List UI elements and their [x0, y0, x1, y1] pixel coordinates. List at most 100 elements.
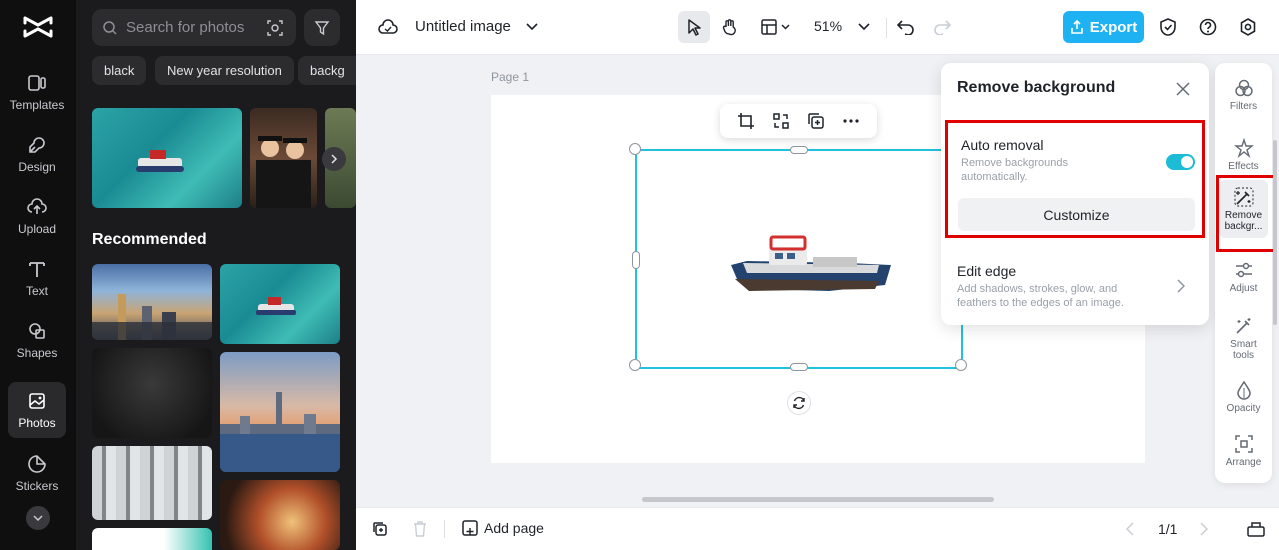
- search-input[interactable]: Search for photos: [92, 9, 296, 46]
- upload-icon: [27, 198, 47, 214]
- undo-icon: [897, 20, 914, 35]
- image-search-icon[interactable]: [266, 19, 284, 37]
- edit-edge-title[interactable]: Edit edge: [957, 263, 1016, 279]
- rail-item-stickers[interactable]: Stickers: [8, 445, 66, 501]
- resize-handle-top[interactable]: [790, 146, 808, 154]
- selected-image[interactable]: [629, 143, 967, 371]
- photo-thumb-partial-2[interactable]: [92, 528, 212, 550]
- rail-item-design[interactable]: Design: [8, 126, 66, 182]
- more-options-button[interactable]: [842, 112, 860, 130]
- rail-item-shapes[interactable]: Shapes: [8, 312, 66, 368]
- pages-panel-button[interactable]: [1240, 513, 1272, 545]
- rail-label: Photos: [18, 416, 56, 430]
- rail-item-templates[interactable]: Templates: [8, 64, 66, 120]
- photo-thumb-food[interactable]: [220, 480, 340, 550]
- rail-label: Design: [18, 160, 56, 174]
- photo-thumb-industrial[interactable]: [92, 446, 212, 520]
- resize-handle-bottom-right[interactable]: [955, 359, 967, 371]
- image-floating-toolbar: [720, 104, 877, 138]
- auto-removal-toggle[interactable]: [1166, 154, 1195, 170]
- more-icon: [843, 119, 859, 123]
- crop-button[interactable]: [737, 112, 755, 130]
- edit-edge-button[interactable]: [1177, 279, 1189, 293]
- hand-tool-button[interactable]: [714, 11, 746, 43]
- layout-menu-button[interactable]: [756, 11, 796, 43]
- export-icon: [1070, 20, 1083, 34]
- horizontal-scrollbar[interactable]: [642, 497, 994, 502]
- text-icon: [29, 262, 45, 277]
- tool-arrange[interactable]: Arrange: [1219, 423, 1268, 479]
- replace-button[interactable]: [772, 112, 790, 130]
- title-menu-button[interactable]: [516, 11, 548, 43]
- photo-thumb-skyline[interactable]: [220, 352, 340, 472]
- graduates-image: [256, 136, 311, 208]
- photos-icon: [29, 393, 45, 409]
- cloud-icon: [378, 19, 398, 34]
- tool-adjust[interactable]: Adjust: [1219, 249, 1268, 305]
- resize-handle-top-left[interactable]: [629, 143, 641, 155]
- rail-item-upload[interactable]: Upload: [8, 188, 66, 244]
- trash-icon: [414, 521, 426, 537]
- auto-removal-description: Remove backgrounds automatically.: [961, 157, 1069, 183]
- vertical-scrollbar[interactable]: [1273, 140, 1277, 325]
- settings-button[interactable]: [1232, 11, 1264, 43]
- skyline-image: [220, 392, 340, 472]
- photo-thumb-graduates[interactable]: [250, 108, 317, 208]
- undo-button[interactable]: [890, 11, 922, 43]
- photo-thumb-boat[interactable]: [92, 108, 242, 208]
- zoom-menu-button[interactable]: [848, 11, 880, 43]
- add-page-button[interactable]: Add page: [462, 520, 544, 536]
- help-button[interactable]: [1192, 11, 1224, 43]
- zoom-level[interactable]: 51%: [814, 18, 842, 34]
- resize-handle-left[interactable]: [632, 251, 640, 269]
- rail-item-text[interactable]: Text: [8, 250, 66, 306]
- shield-button[interactable]: [1152, 11, 1184, 43]
- add-page-label: Add page: [484, 520, 544, 536]
- previous-page-button[interactable]: [1114, 513, 1146, 545]
- tool-label: Smart tools: [1230, 338, 1257, 361]
- document-title[interactable]: Untitled image: [415, 18, 511, 35]
- chip-background[interactable]: backg: [298, 56, 356, 85]
- photo-thumb-city-sky[interactable]: [92, 264, 212, 340]
- add-page-icon: [462, 520, 478, 536]
- rail-label: Upload: [17, 222, 57, 236]
- duplicate-page-button[interactable]: [364, 513, 396, 545]
- rail-label: Shapes: [16, 346, 58, 360]
- cloud-save-button[interactable]: [372, 11, 404, 43]
- tool-filters[interactable]: Filters: [1219, 67, 1268, 123]
- select-tool-button[interactable]: [678, 11, 710, 43]
- resize-handle-bottom-left[interactable]: [629, 359, 641, 371]
- adjust-icon: [1235, 262, 1252, 278]
- filter-button[interactable]: [304, 9, 340, 46]
- remove-background-highlight: [1216, 175, 1277, 252]
- top-toolbar: Untitled image 51% Export: [356, 0, 1279, 55]
- rotate-handle[interactable]: [787, 391, 811, 415]
- boat-cutout-image: [731, 235, 891, 291]
- resize-handle-bottom[interactable]: [790, 363, 808, 371]
- carousel-next-button[interactable]: [322, 147, 346, 171]
- recommended-title: Recommended: [92, 231, 207, 248]
- chip-black[interactable]: black: [92, 56, 147, 85]
- duplicate-button[interactable]: [807, 112, 825, 130]
- close-icon: [1176, 82, 1190, 96]
- rail-item-photos[interactable]: Photos: [8, 382, 66, 438]
- tool-opacity[interactable]: Opacity: [1219, 369, 1268, 425]
- filter-icon: [314, 20, 330, 35]
- photo-thumb-boat-2[interactable]: [220, 264, 340, 344]
- settings-icon: [1240, 18, 1256, 36]
- left-nav-rail: Templates Design Upload Text Shapes Phot…: [0, 0, 76, 550]
- chip-new-year-resolution[interactable]: New year resolution: [155, 56, 294, 85]
- close-button[interactable]: [1173, 79, 1193, 99]
- delete-page-button[interactable]: [404, 513, 436, 545]
- export-button[interactable]: Export: [1063, 11, 1144, 43]
- capcut-logo-icon[interactable]: [22, 14, 54, 40]
- export-label: Export: [1089, 18, 1138, 36]
- customize-button[interactable]: Customize: [958, 198, 1195, 231]
- redo-button[interactable]: [926, 11, 958, 43]
- tool-smart-tools[interactable]: Smart tools: [1219, 307, 1268, 369]
- layout-icon: [761, 19, 790, 35]
- photo-thumb-dark-texture[interactable]: [92, 348, 212, 438]
- crop-icon: [737, 113, 754, 129]
- next-page-button[interactable]: [1188, 513, 1220, 545]
- more-tools-button[interactable]: [26, 506, 50, 530]
